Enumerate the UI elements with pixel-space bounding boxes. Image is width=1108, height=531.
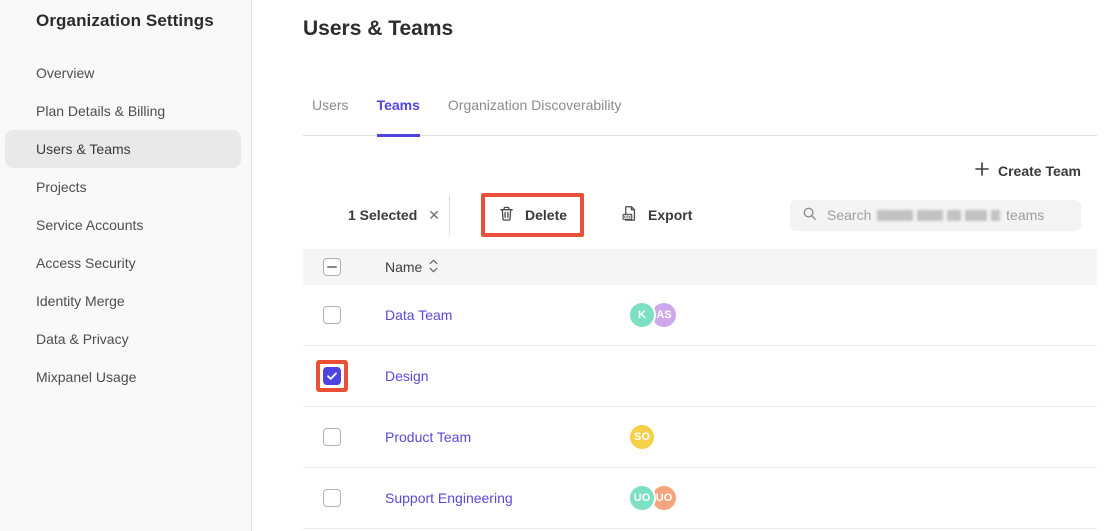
toolbar-divider	[449, 195, 450, 235]
team-name-link[interactable]: Design	[385, 368, 429, 384]
sidebar-item-label: Projects	[36, 179, 87, 195]
tab-organization-discoverability[interactable]: Organization Discoverability	[448, 97, 622, 137]
name-column-header: Name	[385, 259, 422, 275]
sidebar-item-label: Users & Teams	[36, 141, 131, 157]
page-title: Users & Teams	[303, 16, 1097, 42]
row-checkbox[interactable]	[323, 367, 341, 385]
create-team-label: Create Team	[998, 163, 1081, 179]
sidebar-item-label: Access Security	[36, 255, 136, 271]
avatar: K	[628, 301, 656, 329]
checkbox-highlight	[316, 360, 348, 392]
team-name-link[interactable]: Product Team	[385, 429, 471, 445]
export-button-label: Export	[648, 207, 692, 223]
header-actions: Create Team	[303, 162, 1097, 179]
delete-button-highlight: Delete	[481, 193, 584, 237]
search-input[interactable]: Search teams	[790, 200, 1081, 231]
bulk-actions-toolbar: 1 Selected ✕ Delete	[303, 193, 1097, 237]
csv-file-icon: csv	[621, 205, 638, 225]
tab-users[interactable]: Users	[312, 97, 349, 137]
row-checkbox[interactable]	[323, 489, 341, 507]
table-row: Product Team SO	[303, 407, 1097, 468]
team-name-link[interactable]: Support Engineering	[385, 490, 513, 506]
select-all-checkbox[interactable]	[323, 258, 341, 276]
redacted-text	[917, 210, 943, 221]
redacted-text	[991, 210, 1000, 221]
svg-text:csv: csv	[624, 214, 632, 219]
selected-count: 1 Selected	[348, 207, 417, 223]
team-name-link[interactable]: Data Team	[385, 307, 452, 323]
member-avatars: UOUO	[630, 484, 678, 512]
sidebar-item-access-security[interactable]: Access Security	[5, 244, 241, 282]
row-checkbox[interactable]	[323, 306, 341, 324]
plus-icon	[975, 162, 989, 179]
redacted-text	[947, 210, 961, 221]
checkbox-highlight	[316, 482, 348, 514]
table-body: Data Team KAS Design	[303, 285, 1097, 529]
search-icon	[802, 206, 817, 224]
table-row: Data Team KAS	[303, 285, 1097, 346]
organization-settings-page: Organization Settings Overview Plan Deta…	[0, 0, 1108, 531]
table-row: Design	[303, 346, 1097, 407]
sidebar-item-service-accounts[interactable]: Service Accounts	[5, 206, 241, 244]
sidebar-title: Organization Settings	[0, 11, 251, 31]
search-placeholder: Search teams	[827, 207, 1044, 223]
sidebar-nav: Overview Plan Details & Billing Users & …	[0, 54, 251, 396]
sidebar-item-plan-details-billing[interactable]: Plan Details & Billing	[5, 92, 241, 130]
redacted-text	[877, 210, 913, 221]
sidebar-item-label: Mixpanel Usage	[36, 369, 136, 385]
sidebar: Organization Settings Overview Plan Deta…	[0, 0, 252, 531]
sidebar-item-label: Identity Merge	[36, 293, 125, 309]
row-checkbox[interactable]	[323, 428, 341, 446]
avatar: SO	[628, 423, 656, 451]
check-icon	[326, 370, 338, 382]
sidebar-item-label: Service Accounts	[36, 217, 143, 233]
redacted-text	[965, 210, 987, 221]
sidebar-item-label: Data & Privacy	[36, 331, 129, 347]
table-header-row: Name	[303, 249, 1097, 285]
export-button[interactable]: csv Export	[608, 197, 705, 233]
member-avatars: KAS	[630, 301, 678, 329]
sort-icon[interactable]	[429, 259, 438, 276]
sidebar-item-users-teams[interactable]: Users & Teams	[5, 130, 241, 168]
tab-teams[interactable]: Teams	[377, 97, 420, 137]
clear-selection-icon[interactable]: ✕	[428, 207, 440, 224]
teams-table: Name Dat	[303, 249, 1097, 529]
sidebar-item-data-privacy[interactable]: Data & Privacy	[5, 320, 241, 358]
selection-summary: 1 Selected ✕	[348, 207, 440, 224]
trash-icon	[498, 205, 515, 225]
sidebar-item-overview[interactable]: Overview	[5, 54, 241, 92]
indeterminate-icon	[327, 266, 337, 268]
delete-button-label: Delete	[525, 207, 567, 223]
sidebar-item-identity-merge[interactable]: Identity Merge	[5, 282, 241, 320]
checkbox-highlight	[316, 299, 348, 331]
delete-button[interactable]: Delete	[485, 197, 580, 233]
table-row: Support Engineering UOUO	[303, 468, 1097, 529]
main-content: Users & Teams Users Teams Organization D…	[252, 0, 1108, 531]
create-team-button[interactable]: Create Team	[975, 162, 1081, 179]
avatar: UO	[628, 484, 656, 512]
tab-bar: Users Teams Organization Discoverability	[303, 97, 1097, 136]
sidebar-item-label: Plan Details & Billing	[36, 103, 165, 119]
sidebar-item-projects[interactable]: Projects	[5, 168, 241, 206]
sidebar-item-label: Overview	[36, 65, 94, 81]
checkbox-highlight	[316, 421, 348, 453]
member-avatars: SO	[630, 423, 656, 451]
sidebar-item-mixpanel-usage[interactable]: Mixpanel Usage	[5, 358, 241, 396]
